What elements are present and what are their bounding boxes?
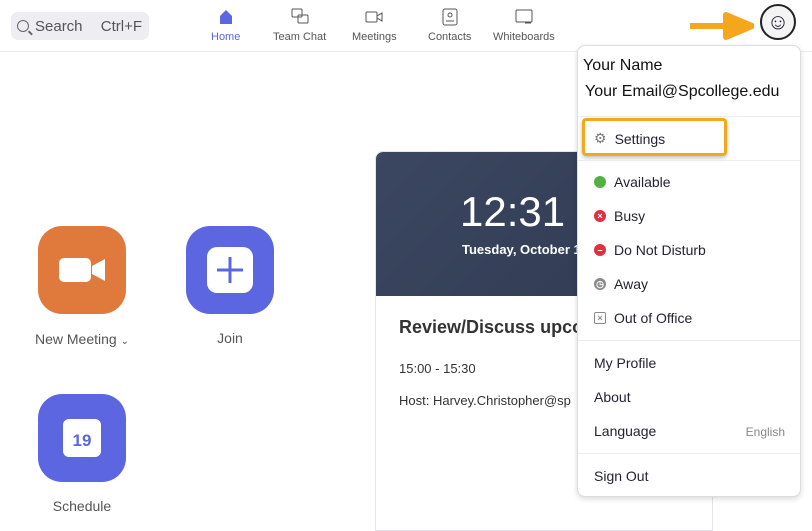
clock-date: Tuesday, October 1 bbox=[462, 242, 581, 257]
meeting-title[interactable]: Review/Discuss upco bbox=[399, 317, 583, 338]
status-busy[interactable]: × Busy bbox=[594, 208, 645, 224]
new-meeting-button[interactable] bbox=[38, 226, 126, 314]
menu-item-about[interactable]: About bbox=[594, 389, 631, 405]
schedule-label: Schedule bbox=[52, 498, 112, 514]
arrow-annotation-icon bbox=[690, 12, 754, 40]
tab-label: Team Chat bbox=[273, 31, 327, 43]
tab-team-chat[interactable]: Team Chat bbox=[273, 8, 326, 43]
tab-meetings[interactable]: Meetings bbox=[352, 8, 397, 43]
new-meeting-label[interactable]: New Meeting ⌄ bbox=[26, 331, 138, 347]
minus-circle-icon: – bbox=[594, 244, 606, 256]
calendar-icon: 19 bbox=[63, 419, 101, 457]
tab-home[interactable]: Home bbox=[211, 8, 240, 43]
status-out-of-office[interactable]: × Out of Office bbox=[594, 310, 692, 326]
tab-label: Home bbox=[211, 31, 241, 43]
language-value: English bbox=[745, 425, 785, 439]
status-away[interactable]: ◷ Away bbox=[594, 276, 648, 292]
busy-x-icon: × bbox=[594, 210, 606, 222]
join-button[interactable] bbox=[186, 226, 274, 314]
video-icon bbox=[365, 8, 383, 26]
whiteboard-icon bbox=[515, 8, 533, 26]
settings-highlight bbox=[582, 118, 727, 156]
chat-icon bbox=[291, 8, 309, 26]
meeting-time: 15:00 - 15:30 bbox=[399, 361, 476, 376]
video-icon bbox=[59, 258, 105, 282]
search-button[interactable]: Search Ctrl+F bbox=[11, 12, 149, 40]
profile-menu: Your Name Your Email@Spcollege.edu ⚙ Sett… bbox=[577, 45, 801, 497]
divider bbox=[578, 160, 800, 161]
search-label: Search bbox=[35, 17, 83, 35]
schedule-button[interactable]: 19 bbox=[38, 394, 126, 482]
divider bbox=[578, 453, 800, 454]
tab-whiteboards[interactable]: Whiteboards bbox=[493, 8, 555, 43]
clock-icon: ◷ bbox=[594, 278, 606, 290]
chevron-down-icon: ⌄ bbox=[120, 336, 129, 347]
status-available[interactable]: Available bbox=[594, 174, 671, 190]
available-dot-icon bbox=[594, 176, 606, 188]
tab-contacts[interactable]: Contacts bbox=[428, 8, 471, 43]
home-icon bbox=[217, 8, 235, 26]
meeting-host: Host: Harvey.Christopher@sp bbox=[399, 393, 571, 408]
menu-item-language[interactable]: Language bbox=[594, 423, 656, 439]
status-do-not-disturb[interactable]: – Do Not Disturb bbox=[594, 242, 706, 258]
tab-label: Whiteboards bbox=[493, 31, 555, 43]
calendar-x-icon: × bbox=[594, 312, 606, 324]
user-email: Your Email@Spcollege.edu bbox=[585, 83, 780, 100]
avatar[interactable]: ☺ bbox=[760, 4, 796, 40]
user-name: Your Name bbox=[583, 57, 663, 74]
search-icon bbox=[17, 20, 29, 32]
divider bbox=[578, 340, 800, 341]
tab-label: Contacts bbox=[428, 31, 472, 43]
divider bbox=[578, 116, 800, 117]
plus-icon bbox=[207, 247, 253, 293]
menu-item-my-profile[interactable]: My Profile bbox=[594, 355, 656, 371]
tab-label: Meetings bbox=[352, 31, 397, 43]
join-label: Join bbox=[217, 330, 243, 346]
menu-item-sign-out[interactable]: Sign Out bbox=[594, 468, 648, 484]
search-shortcut: Ctrl+F bbox=[100, 17, 142, 35]
contacts-icon bbox=[441, 8, 459, 26]
